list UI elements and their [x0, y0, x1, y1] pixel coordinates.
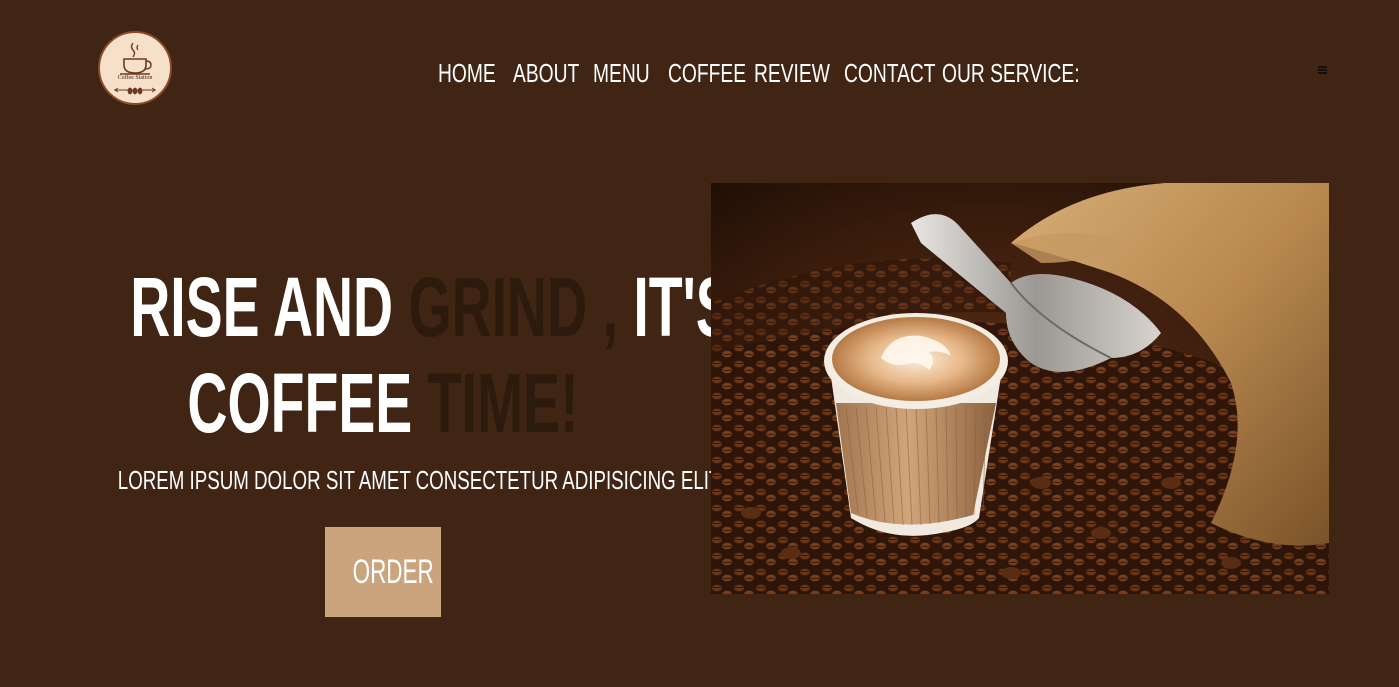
- hero-subtitle: LOREM IPSUM DOLOR SIT AMET CONSECTETUR A…: [0, 461, 766, 499]
- order-button-label: ORDER IT: [352, 552, 441, 591]
- hero-subtitle-text: LOREM IPSUM DOLOR SIT AMET CONSECTETUR A…: [117, 465, 724, 495]
- coffee-cup-with-beans-image: [711, 183, 1329, 594]
- hero-photo: [711, 183, 1329, 594]
- nav-item-menu[interactable]: MENU: [593, 56, 650, 90]
- hero-title-coffee: COFFEE: [187, 356, 428, 450]
- brand-name: Coffee Station: [117, 75, 153, 81]
- nav-item-home[interactable]: HOME: [438, 56, 496, 90]
- hero-title: RISE AND GRIND , IT'S COFFEE TIME!: [0, 259, 766, 451]
- hero-title-grind: GRIND ,: [408, 260, 634, 354]
- nav-item-review[interactable]: REVIEW: [754, 56, 830, 90]
- order-button[interactable]: ORDER IT: [325, 527, 441, 617]
- nav-item-coffee[interactable]: COFFEE: [668, 56, 746, 90]
- hero-title-line-1: RISE AND GRIND , IT'S: [130, 259, 733, 355]
- hamburger-menu-icon[interactable]: [1316, 62, 1330, 76]
- hero-title-rise-and: RISE AND: [130, 260, 409, 354]
- nav-item-about[interactable]: ABOUT: [513, 56, 579, 90]
- nav-item-contact[interactable]: CONTACT: [844, 56, 936, 90]
- brand-logo[interactable]: Coffee Station: [98, 31, 172, 105]
- hero-title-time: TIME!: [427, 356, 579, 450]
- hero-title-line-2: COFFEE TIME!: [130, 355, 636, 451]
- coffee-cup-icon: [114, 42, 156, 95]
- nav-item-our-service[interactable]: OUR SERVICE:: [942, 56, 1080, 90]
